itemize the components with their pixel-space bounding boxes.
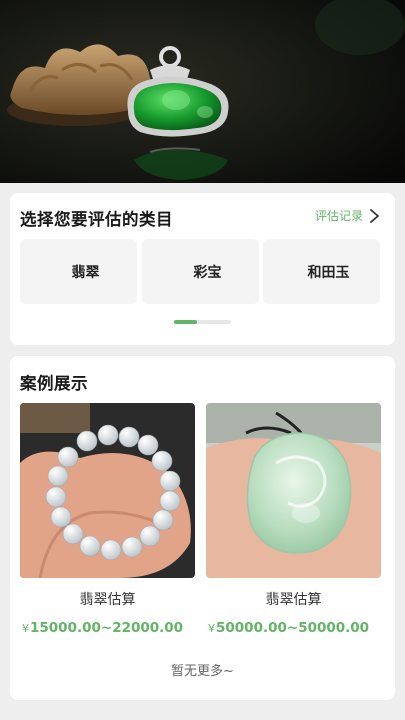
scroll-indicator-thumb: [174, 320, 197, 324]
category-item-jadeite[interactable]: 翡翠: [20, 239, 137, 304]
case-title: 翡翠估算: [79, 592, 136, 608]
category-card: 选择您要评估的类目 评估记录 翡翠 彩宝 和田玉: [10, 193, 395, 345]
case-price: ¥50000.00~50000.00: [208, 620, 369, 636]
case-title: 翡翠估算: [265, 592, 322, 608]
banner-image: [0, 0, 405, 183]
price-range: 50000.00~50000.00: [216, 620, 370, 636]
cases-card: 案例展示 翡翠估算 ¥15000.00~22000.00 翡翠估算 ¥50000…: [10, 356, 395, 700]
case-item[interactable]: 翡翠估算 ¥50000.00~50000.00: [206, 403, 381, 636]
category-item-hetian-jade[interactable]: 和田玉: [263, 239, 380, 304]
currency-symbol: ¥: [22, 622, 29, 635]
chevron-right-icon: [367, 208, 381, 224]
case-item[interactable]: 翡翠估算 ¥15000.00~22000.00: [20, 403, 195, 636]
no-more-text: 暂无更多~: [171, 664, 234, 679]
hero-banner: [0, 0, 405, 183]
case-image-bracelet: [20, 403, 195, 578]
category-section-title: 选择您要评估的类目: [20, 210, 173, 229]
price-range: 15000.00~22000.00: [30, 620, 184, 636]
category-label: 翡翠: [71, 264, 100, 281]
category-label: 彩宝: [193, 264, 222, 281]
category-item-colored-gem[interactable]: 彩宝: [142, 239, 259, 304]
category-label: 和田玉: [307, 264, 350, 281]
category-list: 翡翠 彩宝 和田玉: [20, 239, 380, 304]
cases-section-title: 案例展示: [20, 374, 88, 393]
evaluation-history-link[interactable]: 评估记录: [315, 207, 381, 224]
case-price: ¥15000.00~22000.00: [22, 620, 183, 636]
currency-symbol: ¥: [208, 622, 215, 635]
category-scroll-indicator: [174, 320, 231, 324]
evaluation-history-label: 评估记录: [314, 209, 363, 223]
case-image-pendant: [206, 403, 381, 578]
